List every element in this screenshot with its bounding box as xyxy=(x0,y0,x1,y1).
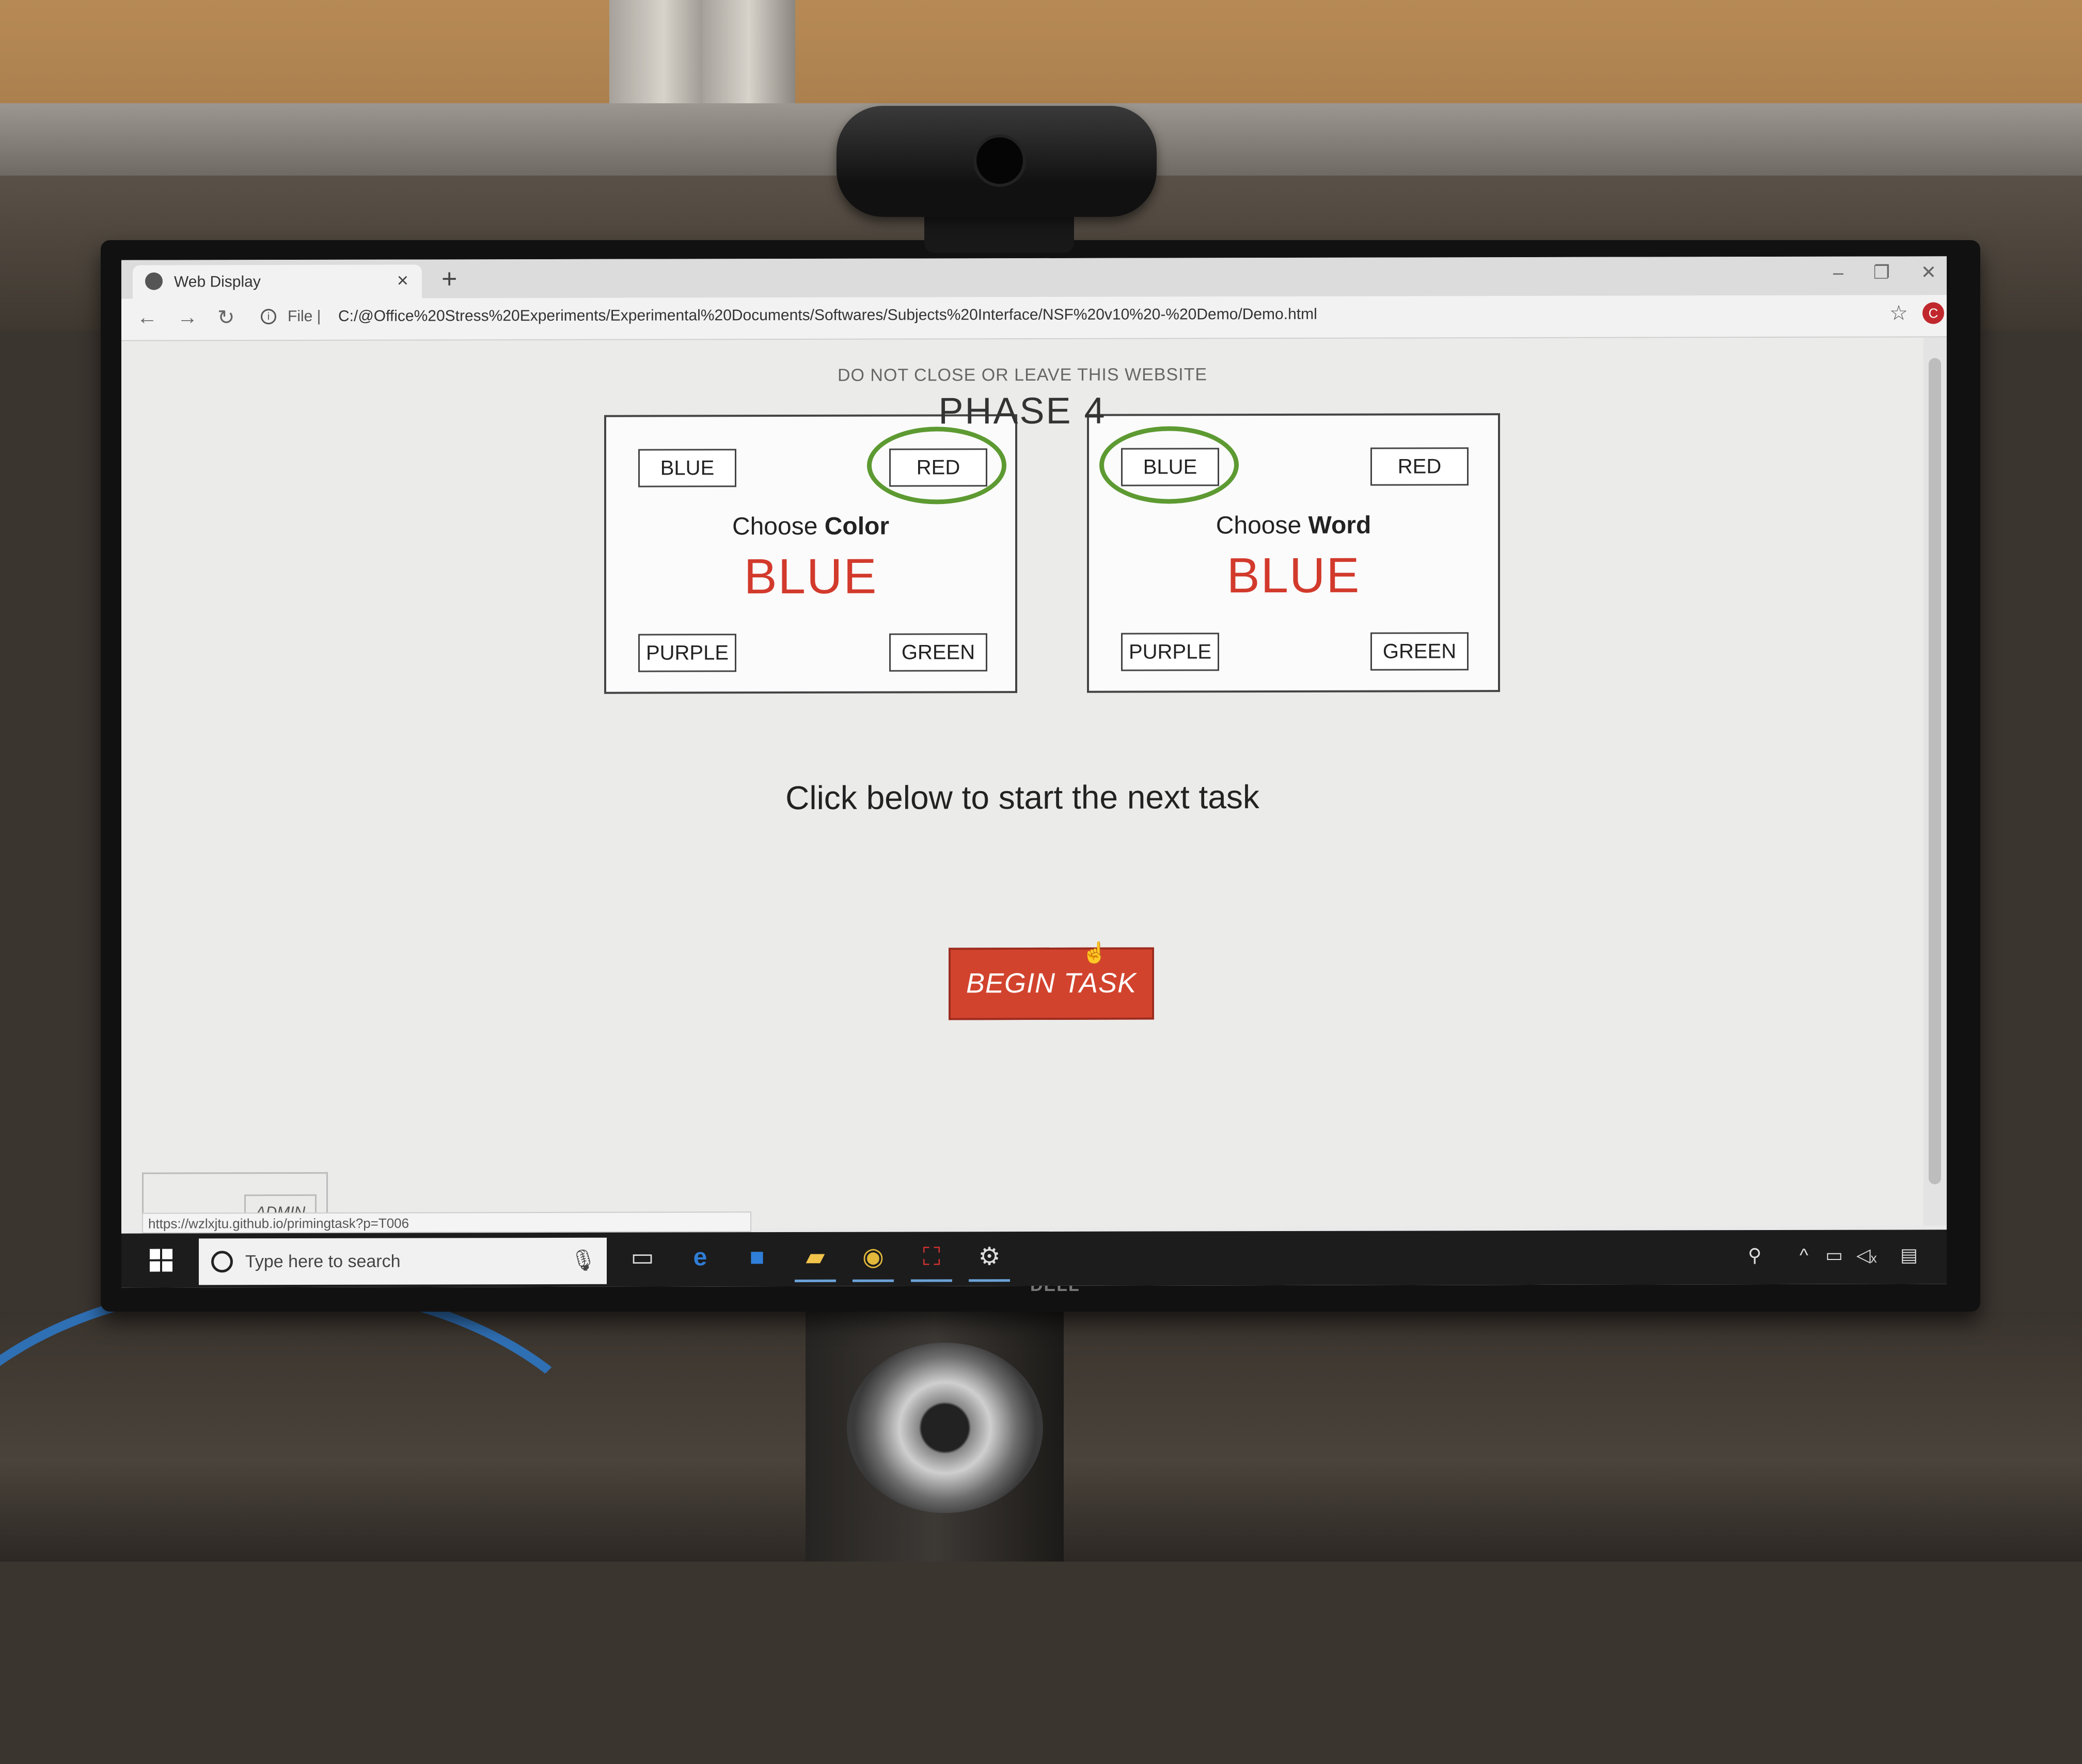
search-placeholder: Type here to search xyxy=(245,1251,401,1272)
browser-toolbar: ← → ↻ i File | C:/@Office%20Stress%20Exp… xyxy=(121,295,1947,341)
network-icon[interactable]: ▭ xyxy=(1825,1245,1843,1266)
microphone-icon[interactable]: 🎙 xyxy=(570,1248,596,1272)
restore-icon[interactable]: ❐ xyxy=(1873,262,1890,284)
settings-icon[interactable]: ⚙ xyxy=(973,1241,1005,1273)
browser-tab[interactable]: Web Display × xyxy=(133,264,422,299)
option-red: RED xyxy=(1370,447,1469,486)
globe-icon xyxy=(145,272,163,290)
running-indicator xyxy=(969,1279,1010,1282)
notification-icon[interactable]: ▤ xyxy=(1900,1244,1918,1266)
eye-tracker-device xyxy=(847,1343,1043,1513)
running-indicator xyxy=(795,1279,836,1282)
webcam-clip xyxy=(924,212,1074,253)
tab-bar: Web Display × + – ❐ ✕ xyxy=(121,256,1947,299)
stimulus-word: BLUE xyxy=(1226,547,1361,604)
option-blue: BLUE xyxy=(1121,448,1219,486)
panel-prompt: Choose Word xyxy=(1216,511,1371,540)
option-red: RED xyxy=(889,448,987,487)
webcam-lens xyxy=(973,134,1026,187)
forward-icon[interactable]: → xyxy=(177,306,198,329)
file-explorer-icon[interactable]: ▰ xyxy=(799,1241,831,1273)
people-icon[interactable]: ⚲ xyxy=(1748,1245,1761,1266)
task-view-icon[interactable]: ▭ xyxy=(626,1242,658,1274)
option-blue: BLUE xyxy=(638,449,736,487)
phase-title: PHASE 4 xyxy=(938,390,1107,432)
option-purple: PURPLE xyxy=(638,634,736,672)
chrome-icon[interactable]: ◉ xyxy=(857,1241,889,1273)
stimulus-word: BLUE xyxy=(744,548,878,605)
scrollbar[interactable] xyxy=(1923,337,1947,1226)
store-icon[interactable]: ■ xyxy=(741,1241,773,1273)
status-bar-url: https://wzlxjtu.github.io/primingtask?p=… xyxy=(142,1211,751,1234)
new-tab-button[interactable]: + xyxy=(441,263,457,294)
back-icon[interactable]: ← xyxy=(137,306,157,329)
profile-avatar[interactable]: C xyxy=(1922,302,1944,324)
acrobat-icon[interactable]: ⛶ xyxy=(916,1241,948,1273)
taskbar-search[interactable]: Type here to search 🎙 xyxy=(199,1237,607,1285)
example-panel-color: BLUE RED Choose Color BLUE PURPLE GREEN xyxy=(604,414,1017,694)
edge-icon[interactable]: e xyxy=(684,1241,716,1273)
option-green: GREEN xyxy=(889,633,987,672)
hand-cursor-icon: ☝ xyxy=(1082,941,1108,965)
windows-start-icon[interactable] xyxy=(150,1249,172,1272)
begin-task-button[interactable]: BEGIN TASK xyxy=(949,947,1154,1020)
webcam xyxy=(837,106,1157,217)
close-icon[interactable]: × xyxy=(397,270,408,292)
info-icon[interactable]: i xyxy=(261,309,276,325)
window-close-icon[interactable]: ✕ xyxy=(1921,261,1936,283)
warning-text: DO NOT CLOSE OR LEAVE THIS WEBSITE xyxy=(837,365,1208,385)
speaker-muted-icon[interactable]: ◁ₓ xyxy=(1856,1245,1877,1266)
option-green: GREEN xyxy=(1370,632,1469,671)
reload-icon[interactable]: ↻ xyxy=(217,306,235,329)
bookmark-star-icon[interactable]: ☆ xyxy=(1889,301,1908,325)
screen: Web Display × + – ❐ ✕ ← → ↻ i File | C:/… xyxy=(121,256,1947,1288)
windows-taskbar: Type here to search 🎙 ▭ e ■ ▰ ◉ ⛶ ⚙ ⚲ ^ … xyxy=(121,1230,1947,1288)
running-indicator xyxy=(911,1279,952,1282)
address-bar[interactable]: i File | C:/@Office%20Stress%20Experimen… xyxy=(261,300,1944,335)
url-scheme: File | xyxy=(288,307,321,325)
option-purple: PURPLE xyxy=(1121,633,1219,671)
instruction-text: Click below to start the next task xyxy=(785,778,1259,817)
minimize-icon[interactable]: – xyxy=(1833,262,1843,284)
chevron-up-icon[interactable]: ^ xyxy=(1800,1245,1808,1266)
example-panel-word: BLUE RED Choose Word BLUE PURPLE GREEN xyxy=(1087,413,1500,693)
cortana-icon xyxy=(211,1251,233,1273)
scroll-thumb[interactable] xyxy=(1929,358,1941,1185)
url-text[interactable]: C:/@Office%20Stress%20Experiments/Experi… xyxy=(338,306,1317,325)
panel-prompt: Choose Color xyxy=(732,512,890,541)
web-page: DO NOT CLOSE OR LEAVE THIS WEBSITE PHASE… xyxy=(121,337,1923,1231)
tab-title: Web Display xyxy=(174,273,261,291)
running-indicator xyxy=(853,1279,894,1282)
